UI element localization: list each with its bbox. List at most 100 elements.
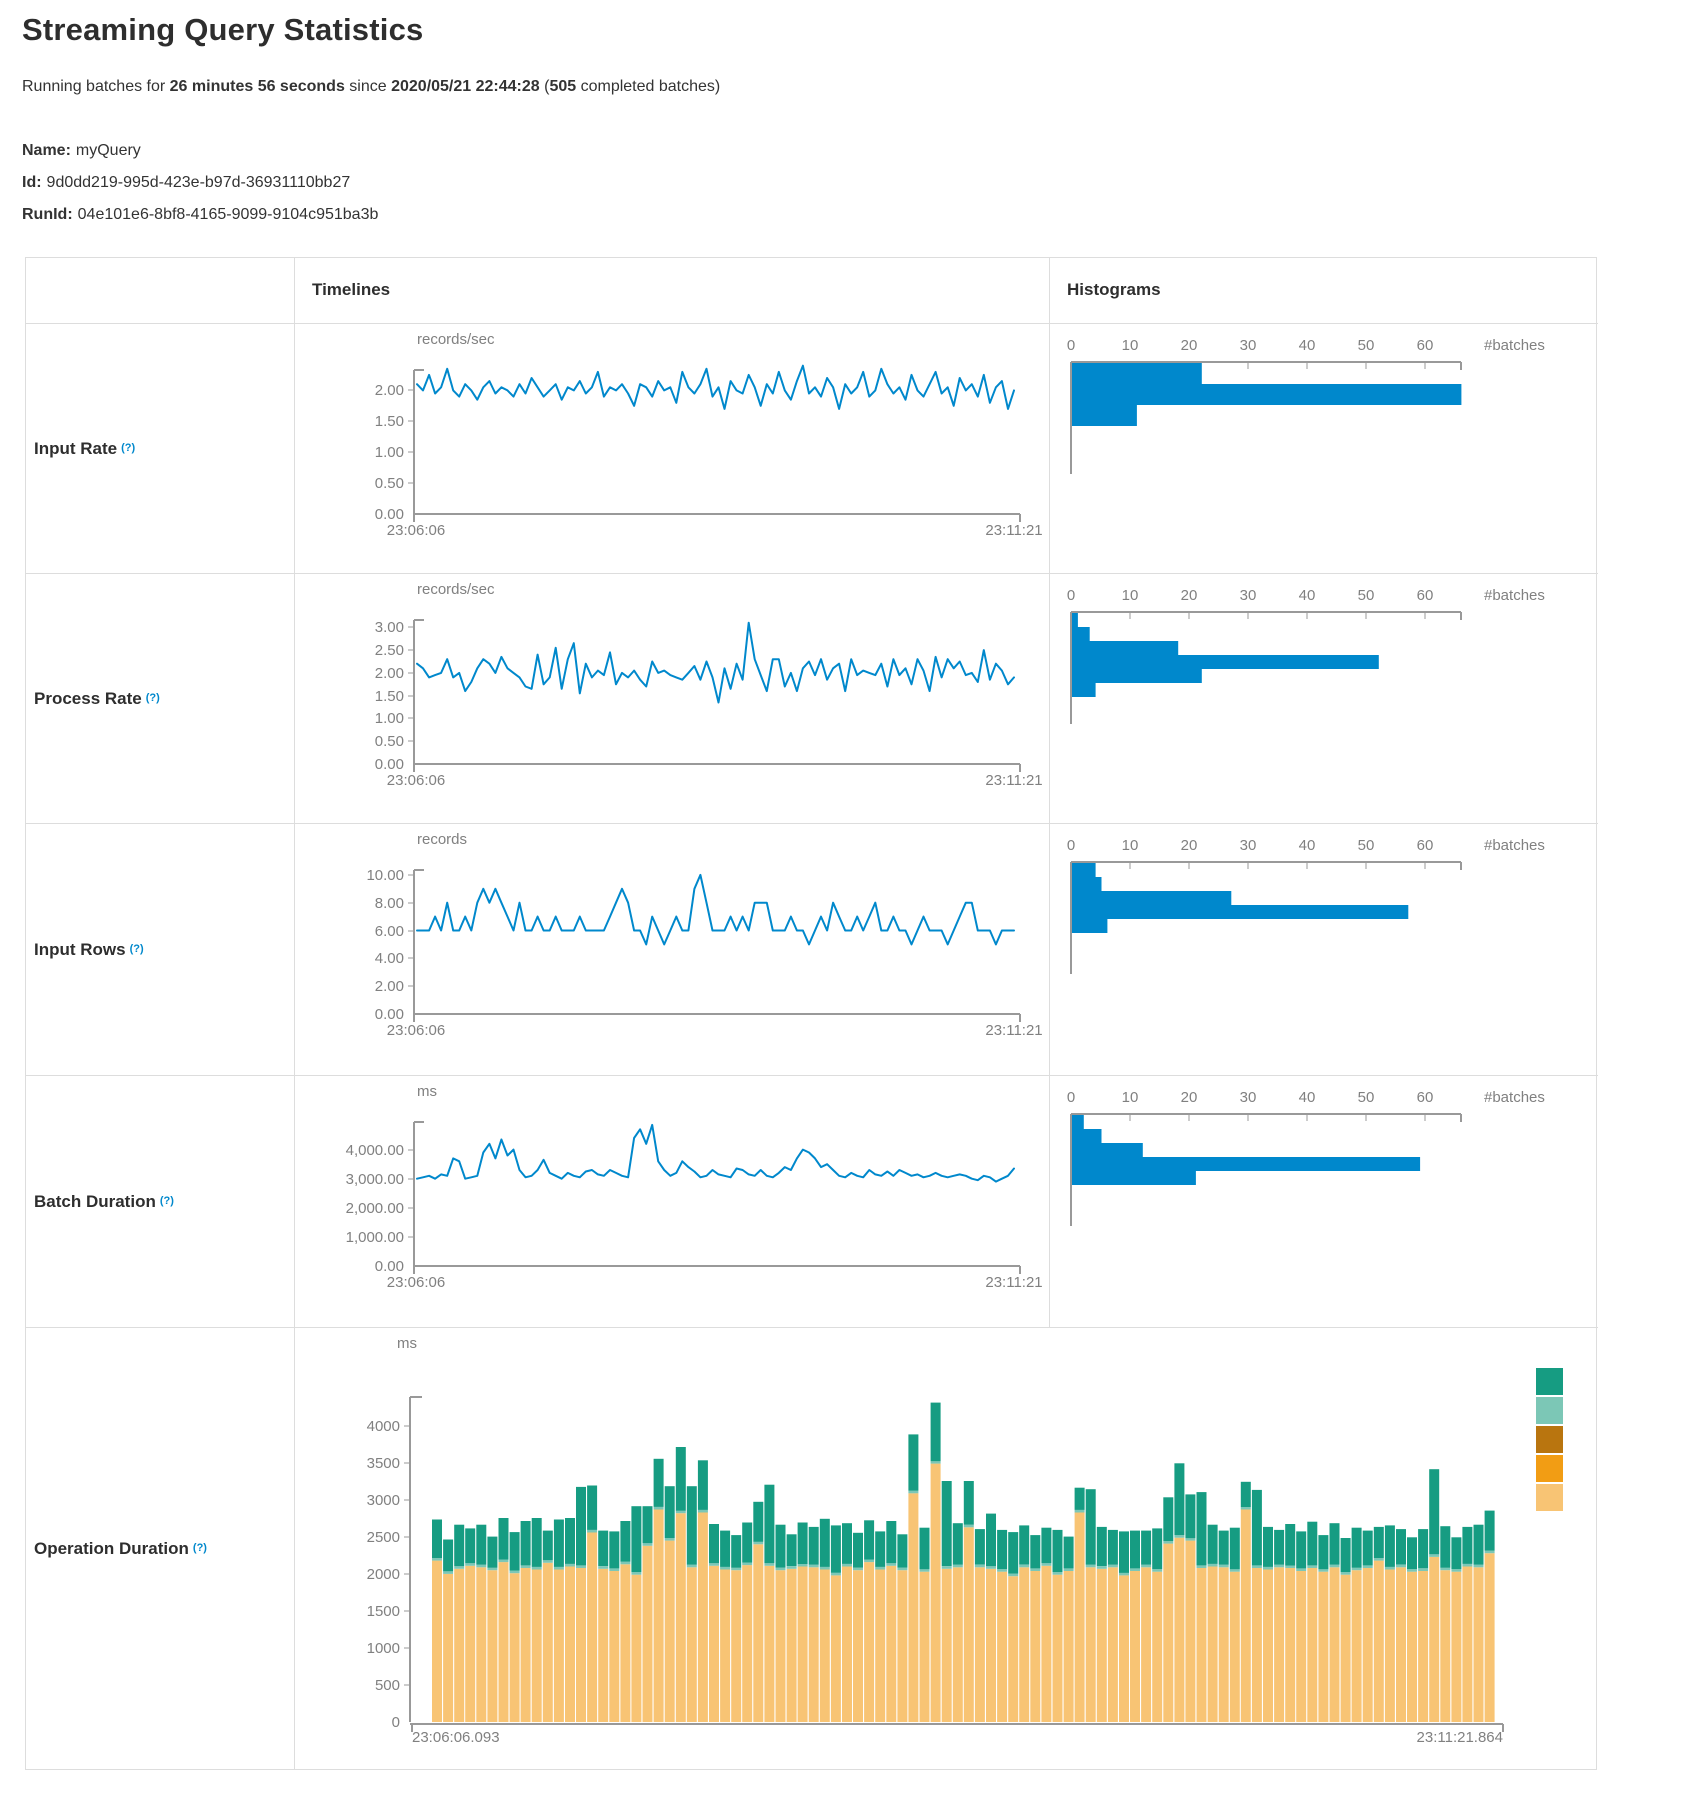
summary-suffix: completed batches) [576,78,720,95]
input-rate-timeline-chart: records/sec2.001.501.000.500.0023:06:062… [295,324,1049,573]
query-runid-value: 04e101e6-8bf8-4165-9099-9104c951ba3b [78,206,379,223]
legend-swatch-tan [1536,1484,1563,1511]
row-label-batch-duration: Batch Duration (?) [26,1075,294,1327]
operation-duration-chart-cell: ms4000350030002500200015001000500023:06:… [294,1327,1598,1769]
svg-text:3,000.00: 3,000.00 [346,1171,404,1188]
run-duration: 26 minutes 56 seconds [170,78,345,95]
svg-text:2500: 2500 [367,1529,400,1546]
help-icon-input-rate[interactable]: (?) [121,442,135,454]
query-id-line: Id:9d0dd219-995d-423e-b97d-36931110bb27 [22,174,350,192]
svg-text:2.00: 2.00 [375,665,404,682]
batch-duration-histogram: 0102030405060#batches [1050,1076,1598,1326]
header-histograms: Histograms [1049,258,1598,323]
row-label-operation-duration: Operation Duration (?) [26,1327,294,1769]
svg-text:1000: 1000 [367,1640,400,1657]
histogram-cell-batch-duration: 0102030405060#batches [1049,1075,1598,1327]
svg-text:1500: 1500 [367,1603,400,1620]
svg-text:60: 60 [1417,1089,1434,1106]
header-empty-cell [26,258,294,323]
svg-text:2.50: 2.50 [375,642,404,659]
svg-text:2,000.00: 2,000.00 [346,1200,404,1217]
legend-swatch-ochre [1536,1426,1563,1453]
svg-text:40: 40 [1299,587,1316,604]
svg-text:records: records [417,831,467,848]
input-rate-line [417,366,1014,409]
svg-text:#batches: #batches [1484,837,1545,854]
svg-text:ms: ms [397,1335,417,1352]
legend-swatch-seafoam [1536,1397,1563,1424]
svg-text:0.00: 0.00 [375,756,404,773]
svg-text:23:06:06: 23:06:06 [387,1022,445,1039]
query-runid-label: RunId: [22,206,73,223]
svg-text:4000: 4000 [367,1418,400,1435]
svg-text:0: 0 [1067,587,1075,604]
svg-text:23:11:21: 23:11:21 [985,772,1042,789]
svg-text:#batches: #batches [1484,587,1545,604]
svg-text:500: 500 [375,1677,400,1694]
svg-text:3500: 3500 [367,1455,400,1472]
svg-text:0: 0 [392,1714,400,1731]
svg-text:0.00: 0.00 [375,1006,404,1023]
svg-text:ms: ms [417,1083,437,1100]
svg-text:23:06:06: 23:06:06 [387,522,445,539]
svg-text:6.00: 6.00 [375,923,404,940]
help-icon-process-rate[interactable]: (?) [146,692,160,704]
operation-duration-stacked-chart: ms4000350030002500200015001000500023:06:… [295,1328,1598,1769]
input-rate-histogram: 0102030405060#batches [1050,324,1598,573]
batch-duration-line [417,1125,1014,1182]
svg-text:0: 0 [1067,337,1075,354]
svg-text:records/sec: records/sec [417,581,495,598]
timeline-cell-process-rate: records/sec3.002.502.001.501.000.500.002… [294,573,1049,823]
statistics-table: Timelines Histograms Input Rate (?) reco… [25,257,1597,1770]
svg-text:23:06:06: 23:06:06 [387,772,445,789]
page-title: Streaming Query Statistics [22,12,423,48]
svg-text:50: 50 [1358,337,1375,354]
svg-text:10: 10 [1122,587,1139,604]
legend-swatch-orange [1536,1455,1563,1482]
svg-text:30: 30 [1240,837,1257,854]
query-runid-line: RunId: 04e101e6-8bf8-4165-9099-9104c951ba… [22,206,378,224]
svg-text:60: 60 [1417,837,1434,854]
svg-text:23:11:21.864: 23:11:21.864 [1417,1729,1503,1746]
legend-swatch-teal [1536,1368,1563,1395]
summary-mid: since [345,78,391,95]
row-label-process-rate: Process Rate (?) [26,573,294,823]
row-label-input-rate: Input Rate (?) [26,323,294,573]
start-timestamp: 2020/05/21 22:44:28 [391,78,540,95]
help-icon-operation-duration[interactable]: (?) [193,1542,207,1554]
svg-text:10: 10 [1122,337,1139,354]
svg-text:3000: 3000 [367,1492,400,1509]
summary-paren: ( [540,78,550,95]
metric-label: Input Rate [34,439,117,459]
batch-duration-timeline-chart: ms4,000.003,000.002,000.001,000.000.0023… [295,1076,1049,1326]
query-id-value: 9d0dd219-995d-423e-b97d-36931110bb27 [47,174,351,191]
help-icon-batch-duration[interactable]: (?) [160,1195,174,1207]
svg-text:10: 10 [1122,1089,1139,1106]
help-icon-input-rows[interactable]: (?) [130,943,144,955]
svg-text:#batches: #batches [1484,337,1545,354]
input-rows-timeline-chart: records10.008.006.004.002.000.0023:06:06… [295,824,1049,1074]
process-rate-timeline-chart: records/sec3.002.502.001.501.000.500.002… [295,574,1049,823]
svg-text:1.50: 1.50 [375,688,404,705]
process-rate-histogram-bars [1072,613,1379,697]
metric-label: Operation Duration [34,1539,189,1559]
metric-label: Input Rows [34,940,126,960]
svg-text:1.00: 1.00 [375,444,404,461]
svg-text:#batches: #batches [1484,1089,1545,1106]
svg-text:23:06:06: 23:06:06 [387,1274,445,1291]
query-name-line: Name:myQuery [22,142,141,160]
process-rate-line [417,623,1014,703]
svg-text:20: 20 [1181,587,1198,604]
svg-text:0.00: 0.00 [375,506,404,523]
svg-text:60: 60 [1417,587,1434,604]
svg-text:30: 30 [1240,337,1257,354]
input-rows-histogram-bars [1072,863,1408,933]
completed-batch-count: 505 [549,78,576,95]
process-rate-histogram: 0 10 20 30 40 50 60 #batches [1050,574,1598,823]
metric-label: Process Rate [34,689,142,709]
svg-text:0.50: 0.50 [375,733,404,750]
svg-text:50: 50 [1358,587,1375,604]
svg-text:20: 20 [1181,837,1198,854]
input-rate-histogram-bars [1072,363,1461,426]
svg-text:30: 30 [1240,587,1257,604]
